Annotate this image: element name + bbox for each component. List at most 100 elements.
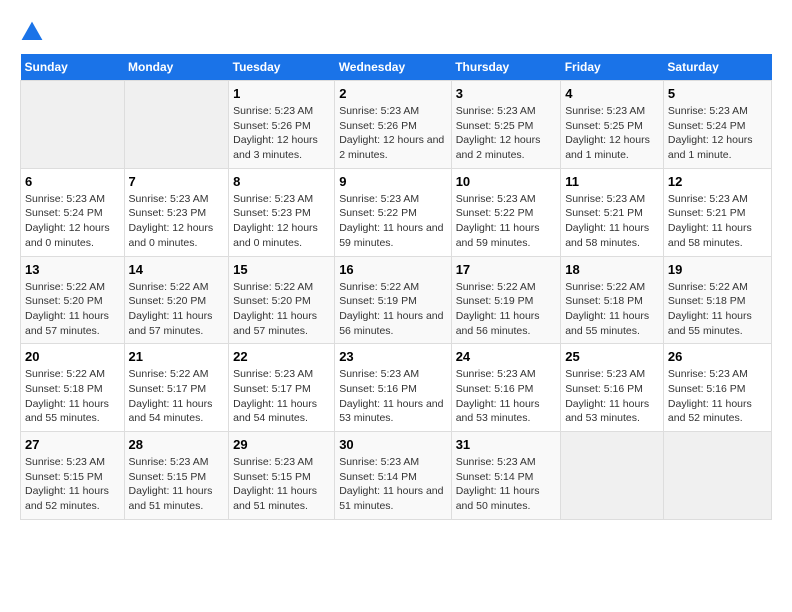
header-row: SundayMondayTuesdayWednesdayThursdayFrid… — [21, 54, 772, 81]
calendar-cell: 28 Sunrise: 5:23 AM Sunset: 5:15 PM Dayli… — [124, 432, 229, 520]
calendar-cell: 22Sunrise: 5:23 AM Sunset: 5:17 PM Dayli… — [229, 344, 335, 432]
day-info: Sunrise: 5:23 AM Sunset: 5:16 PM Dayligh… — [565, 367, 659, 426]
logo-icon — [20, 20, 44, 44]
calendar-cell: 16Sunrise: 5:22 AM Sunset: 5:19 PM Dayli… — [335, 256, 452, 344]
day-number: 3 — [456, 86, 557, 101]
day-info: Sunrise: 5:22 AM Sunset: 5:18 PM Dayligh… — [25, 367, 120, 426]
calendar-table: SundayMondayTuesdayWednesdayThursdayFrid… — [20, 54, 772, 520]
day-info: Sunrise: 5:23 AM Sunset: 5:16 PM Dayligh… — [456, 367, 557, 426]
day-info: Sunrise: 5:22 AM Sunset: 5:18 PM Dayligh… — [668, 280, 767, 339]
day-number: 5 — [668, 86, 767, 101]
day-info: Sunrise: 5:23 AM Sunset: 5:25 PM Dayligh… — [565, 104, 659, 163]
day-number: 15 — [233, 262, 330, 277]
day-info: Sunrise: 5:22 AM Sunset: 5:20 PM Dayligh… — [233, 280, 330, 339]
calendar-cell: 14 Sunrise: 5:22 AM Sunset: 5:20 PM Dayli… — [124, 256, 229, 344]
day-number: 1 — [233, 86, 330, 101]
day-number: 24 — [456, 349, 557, 364]
calendar-cell: 4Sunrise: 5:23 AM Sunset: 5:25 PM Daylig… — [561, 81, 664, 169]
calendar-cell: 20Sunrise: 5:22 AM Sunset: 5:18 PM Dayli… — [21, 344, 125, 432]
calendar-cell: 9Sunrise: 5:23 AM Sunset: 5:22 PM Daylig… — [335, 168, 452, 256]
week-row: 1 Sunrise: 5:23 AM Sunset: 5:26 PM Daylig… — [21, 81, 772, 169]
day-info: Sunrise: 5:23 AM Sunset: 5:25 PM Dayligh… — [456, 104, 557, 163]
calendar-cell: 6 Sunrise: 5:23 AM Sunset: 5:24 PM Daylig… — [21, 168, 125, 256]
day-number: 31 — [456, 437, 557, 452]
day-number: 12 — [668, 174, 767, 189]
day-number: 18 — [565, 262, 659, 277]
week-row: 27 Sunrise: 5:23 AM Sunset: 5:15 PM Dayli… — [21, 432, 772, 520]
day-info: Sunrise: 5:23 AM Sunset: 5:26 PM Dayligh… — [233, 104, 330, 163]
week-row: 6 Sunrise: 5:23 AM Sunset: 5:24 PM Daylig… — [21, 168, 772, 256]
day-info: Sunrise: 5:23 AM Sunset: 5:23 PM Dayligh… — [233, 192, 330, 251]
day-info: Sunrise: 5:23 AM Sunset: 5:16 PM Dayligh… — [339, 367, 447, 426]
day-info: Sunrise: 5:23 AM Sunset: 5:14 PM Dayligh… — [339, 455, 447, 514]
day-number: 13 — [25, 262, 120, 277]
day-info: Sunrise: 5:22 AM Sunset: 5:19 PM Dayligh… — [339, 280, 447, 339]
day-number: 21 — [129, 349, 225, 364]
calendar-cell — [21, 81, 125, 169]
calendar-cell: 19 Sunrise: 5:22 AM Sunset: 5:18 PM Dayli… — [663, 256, 771, 344]
header-cell-tuesday: Tuesday — [229, 54, 335, 81]
header-cell-friday: Friday — [561, 54, 664, 81]
day-info: Sunrise: 5:23 AM Sunset: 5:21 PM Dayligh… — [668, 192, 767, 251]
calendar-cell: 31 Sunrise: 5:23 AM Sunset: 5:14 PM Dayli… — [451, 432, 561, 520]
day-number: 22 — [233, 349, 330, 364]
calendar-cell: 10 Sunrise: 5:23 AM Sunset: 5:22 PM Dayli… — [451, 168, 561, 256]
page-header — [20, 20, 772, 44]
day-number: 29 — [233, 437, 330, 452]
day-number: 26 — [668, 349, 767, 364]
day-info: Sunrise: 5:23 AM Sunset: 5:15 PM Dayligh… — [25, 455, 120, 514]
day-number: 19 — [668, 262, 767, 277]
day-info: Sunrise: 5:22 AM Sunset: 5:17 PM Dayligh… — [129, 367, 225, 426]
day-info: Sunrise: 5:23 AM Sunset: 5:15 PM Dayligh… — [233, 455, 330, 514]
day-number: 11 — [565, 174, 659, 189]
calendar-cell: 7 Sunrise: 5:23 AM Sunset: 5:23 PM Daylig… — [124, 168, 229, 256]
day-info: Sunrise: 5:22 AM Sunset: 5:19 PM Dayligh… — [456, 280, 557, 339]
day-info: Sunrise: 5:23 AM Sunset: 5:23 PM Dayligh… — [129, 192, 225, 251]
calendar-cell: 12 Sunrise: 5:23 AM Sunset: 5:21 PM Dayli… — [663, 168, 771, 256]
day-number: 27 — [25, 437, 120, 452]
calendar-cell: 11 Sunrise: 5:23 AM Sunset: 5:21 PM Dayli… — [561, 168, 664, 256]
calendar-cell: 3 Sunrise: 5:23 AM Sunset: 5:25 PM Daylig… — [451, 81, 561, 169]
calendar-cell: 21 Sunrise: 5:22 AM Sunset: 5:17 PM Dayli… — [124, 344, 229, 432]
header-cell-wednesday: Wednesday — [335, 54, 452, 81]
day-number: 7 — [129, 174, 225, 189]
day-number: 9 — [339, 174, 447, 189]
header-cell-sunday: Sunday — [21, 54, 125, 81]
calendar-cell: 5 Sunrise: 5:23 AM Sunset: 5:24 PM Daylig… — [663, 81, 771, 169]
day-info: Sunrise: 5:22 AM Sunset: 5:20 PM Dayligh… — [25, 280, 120, 339]
calendar-cell: 24 Sunrise: 5:23 AM Sunset: 5:16 PM Dayli… — [451, 344, 561, 432]
day-info: Sunrise: 5:22 AM Sunset: 5:18 PM Dayligh… — [565, 280, 659, 339]
calendar-cell: 25 Sunrise: 5:23 AM Sunset: 5:16 PM Dayli… — [561, 344, 664, 432]
day-info: Sunrise: 5:23 AM Sunset: 5:14 PM Dayligh… — [456, 455, 557, 514]
day-number: 23 — [339, 349, 447, 364]
calendar-cell: 13 Sunrise: 5:22 AM Sunset: 5:20 PM Dayli… — [21, 256, 125, 344]
calendar-cell: 27 Sunrise: 5:23 AM Sunset: 5:15 PM Dayli… — [21, 432, 125, 520]
calendar-cell: 1 Sunrise: 5:23 AM Sunset: 5:26 PM Daylig… — [229, 81, 335, 169]
calendar-cell: 23 Sunrise: 5:23 AM Sunset: 5:16 PM Dayli… — [335, 344, 452, 432]
day-info: Sunrise: 5:22 AM Sunset: 5:20 PM Dayligh… — [129, 280, 225, 339]
calendar-cell — [124, 81, 229, 169]
calendar-header: SundayMondayTuesdayWednesdayThursdayFrid… — [21, 54, 772, 81]
day-number: 14 — [129, 262, 225, 277]
day-number: 10 — [456, 174, 557, 189]
calendar-cell — [561, 432, 664, 520]
calendar-cell: 30 Sunrise: 5:23 AM Sunset: 5:14 PM Dayli… — [335, 432, 452, 520]
day-info: Sunrise: 5:23 AM Sunset: 5:24 PM Dayligh… — [25, 192, 120, 251]
day-info: Sunrise: 5:23 AM Sunset: 5:22 PM Dayligh… — [456, 192, 557, 251]
day-number: 8 — [233, 174, 330, 189]
header-cell-saturday: Saturday — [663, 54, 771, 81]
calendar-cell: 15 Sunrise: 5:22 AM Sunset: 5:20 PM Dayli… — [229, 256, 335, 344]
day-number: 28 — [129, 437, 225, 452]
day-number: 25 — [565, 349, 659, 364]
day-number: 30 — [339, 437, 447, 452]
calendar-cell: 26 Sunrise: 5:23 AM Sunset: 5:16 PM Dayli… — [663, 344, 771, 432]
day-info: Sunrise: 5:23 AM Sunset: 5:15 PM Dayligh… — [129, 455, 225, 514]
header-cell-monday: Monday — [124, 54, 229, 81]
week-row: 13 Sunrise: 5:22 AM Sunset: 5:20 PM Dayli… — [21, 256, 772, 344]
week-row: 20Sunrise: 5:22 AM Sunset: 5:18 PM Dayli… — [21, 344, 772, 432]
day-info: Sunrise: 5:23 AM Sunset: 5:21 PM Dayligh… — [565, 192, 659, 251]
day-number: 6 — [25, 174, 120, 189]
day-info: Sunrise: 5:23 AM Sunset: 5:24 PM Dayligh… — [668, 104, 767, 163]
logo — [20, 20, 48, 44]
day-info: Sunrise: 5:23 AM Sunset: 5:16 PM Dayligh… — [668, 367, 767, 426]
